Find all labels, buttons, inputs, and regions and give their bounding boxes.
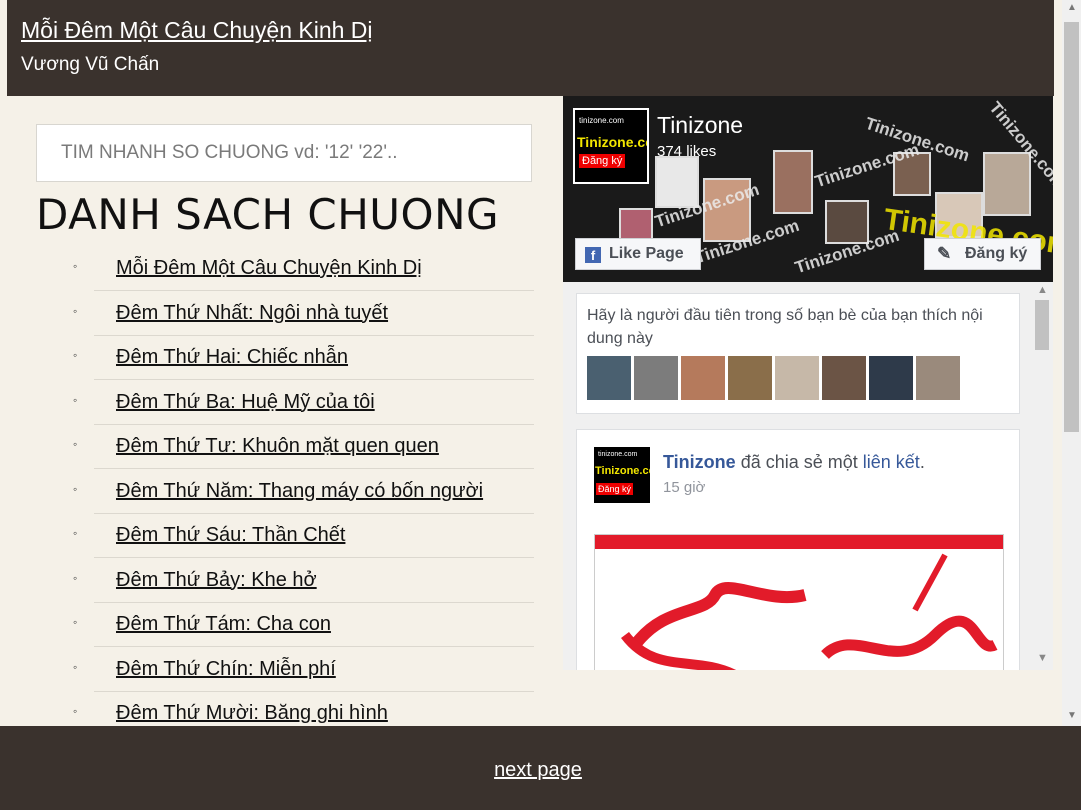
chapter-list: ◦ Mỗi Đêm Một Câu Chuyện Kinh Dị ◦ Đêm Thứ … — [0, 247, 560, 737]
bullet-icon: ◦ — [73, 659, 78, 674]
widget-scrollbar[interactable]: ▲ ▼ — [1033, 282, 1053, 670]
page-header: Mỗi Đêm Một Câu Chuyện Kinh Dị Vương Vũ … — [7, 0, 1054, 96]
bullet-icon: ◦ — [73, 437, 78, 451]
like-page-button[interactable]: f Like Page — [575, 238, 701, 270]
post-image[interactable] — [594, 534, 1004, 670]
friend-avatar[interactable] — [822, 356, 866, 400]
friends-prompt: Hãy là người đầu tiên trong số bạn bè củ… — [587, 307, 983, 347]
cover-photo — [619, 208, 653, 242]
post-shared-link[interactable]: liên kết — [863, 452, 920, 472]
bullet-icon: ◦ — [73, 704, 78, 718]
logo-site: tinizone.com — [598, 451, 638, 458]
bullet-icon: ◦ — [73, 259, 78, 273]
facebook-cover-image: Tinizone.com Tinizone.com Tinizone.com T… — [563, 96, 1053, 282]
bullet-icon: ◦ — [73, 615, 78, 629]
facebook-like-count: 374 likes — [657, 143, 717, 160]
chapter-link[interactable]: Đêm Thứ Tám: Cha con — [116, 613, 331, 636]
bullet-icon: ◦ — [73, 392, 78, 407]
logo-site: tinizone.com — [579, 116, 624, 125]
next-page-link[interactable]: next page — [0, 759, 1076, 782]
chapter-list-item: ◦ Đêm Thứ Chín: Miễn phí — [0, 648, 560, 693]
chapter-list-heading: DANH SACH CHUONG — [36, 190, 500, 239]
page-logo[interactable]: tinizone.com Tinizone.com Đăng ký — [573, 108, 649, 184]
post-image-art — [595, 535, 1003, 670]
chapter-link[interactable]: Đêm Thứ Mười: Băng ghi hình — [116, 702, 388, 725]
friend-avatars — [587, 356, 963, 405]
post-action: đã chia sẻ một — [740, 452, 858, 472]
cover-photo — [773, 150, 813, 214]
chapter-list-item: ◦ Đêm Thứ Hai: Chiếc nhẫn — [0, 336, 560, 381]
like-page-label: Like Page — [609, 245, 684, 262]
chapter-link[interactable]: Đêm Thứ Tư: Khuôn mặt quen quen — [116, 435, 439, 458]
logo-brand: Tinizone.com — [595, 465, 650, 477]
chapter-list-item: ◦ Đêm Thứ Nhất: Ngôi nhà tuyết — [0, 292, 560, 337]
pencil-icon: ✎ — [937, 244, 952, 263]
friend-avatar[interactable] — [916, 356, 960, 400]
post-header: Tinizone đã chia sẻ một liên kết. — [663, 452, 925, 473]
chapter-search-input[interactable] — [36, 124, 532, 182]
chapter-list-item: ◦ Mỗi Đêm Một Câu Chuyện Kinh Dị — [0, 247, 560, 292]
book-author: Vương Vũ Chấn — [21, 54, 160, 75]
facebook-page-widget: Tinizone.com Tinizone.com Tinizone.com T… — [563, 96, 1053, 670]
chapter-link[interactable]: Đêm Thứ Hai: Chiếc nhẫn — [116, 346, 348, 369]
facebook-icon: f — [585, 247, 601, 263]
post-period: . — [919, 452, 925, 472]
chapter-link[interactable]: Đêm Thứ Ba: Huệ Mỹ của tôi — [116, 391, 375, 414]
book-title-link[interactable]: Mỗi Đêm Một Câu Chuyện Kinh Dị — [21, 17, 373, 44]
bullet-icon: ◦ — [73, 348, 78, 362]
cover-photo — [983, 152, 1031, 216]
facebook-page-name[interactable]: Tinizone — [657, 112, 743, 139]
scroll-up-icon[interactable]: ▲ — [1067, 2, 1077, 13]
chapter-list-item: ◦ Đêm Thứ Ba: Huệ Mỹ của tôi — [0, 381, 560, 426]
page-scrollbar[interactable]: ▲ ▼ — [1062, 0, 1081, 726]
scroll-down-icon[interactable]: ▼ — [1067, 710, 1077, 721]
chapter-link[interactable]: Đêm Thứ Sáu: Thần Chết — [116, 524, 345, 547]
friend-avatar[interactable] — [681, 356, 725, 400]
chapter-list-item: ◦ Đêm Thứ Tám: Cha con — [0, 603, 560, 648]
scroll-down-icon[interactable]: ▼ — [1037, 652, 1048, 664]
chapter-link[interactable]: Đêm Thứ Bảy: Khe hở — [116, 569, 317, 592]
chapter-link[interactable]: Đêm Thứ Nhất: Ngôi nhà tuyết — [116, 302, 388, 325]
friend-avatar[interactable] — [587, 356, 631, 400]
chapter-link[interactable]: Mỗi Đêm Một Câu Chuyện Kinh Dị — [116, 257, 422, 280]
scroll-up-icon[interactable]: ▲ — [1037, 284, 1048, 296]
chapter-link[interactable]: Đêm Thứ Năm: Thang máy có bốn người — [116, 480, 483, 503]
post-author-link[interactable]: Tinizone — [663, 452, 736, 472]
bullet-icon: ◦ — [73, 570, 78, 585]
bullet-icon: ◦ — [73, 481, 78, 496]
post-author-avatar[interactable]: tinizone.com Tinizone.com Đăng ký — [594, 447, 650, 503]
subscribe-label: Đăng ký — [965, 245, 1028, 262]
friend-avatar[interactable] — [869, 356, 913, 400]
post-timestamp[interactable]: 15 giờ — [663, 479, 705, 496]
bullet-icon: ◦ — [73, 526, 78, 540]
chapter-list-item: ◦ Đêm Thứ Sáu: Thần Chết — [0, 514, 560, 559]
chapter-list-item: ◦ Đêm Thứ Tư: Khuôn mặt quen quen — [0, 425, 560, 470]
logo-brand: Tinizone.com — [577, 134, 647, 150]
widget-scroll-thumb[interactable] — [1035, 300, 1049, 350]
subscribe-button[interactable]: ✎ Đăng ký — [924, 238, 1041, 270]
chapter-list-item: ◦ Đêm Thứ Bảy: Khe hở — [0, 559, 560, 604]
friend-avatar[interactable] — [775, 356, 819, 400]
facebook-post: tinizone.com Tinizone.com Đăng ký Tinizo… — [576, 429, 1020, 670]
friends-card: Hãy là người đầu tiên trong số bạn bè củ… — [576, 293, 1020, 414]
friend-avatar[interactable] — [634, 356, 678, 400]
page-scroll-thumb[interactable] — [1064, 22, 1079, 432]
chapter-list-item: ◦ Đêm Thứ Năm: Thang máy có bốn người — [0, 470, 560, 515]
logo-badge: Đăng ký — [596, 483, 634, 495]
bullet-icon: ◦ — [73, 303, 78, 318]
page-footer: next page — [0, 726, 1081, 810]
chapter-link[interactable]: Đêm Thứ Chín: Miễn phí — [116, 658, 336, 681]
logo-badge: Đăng ký — [579, 154, 626, 168]
friend-avatar[interactable] — [728, 356, 772, 400]
